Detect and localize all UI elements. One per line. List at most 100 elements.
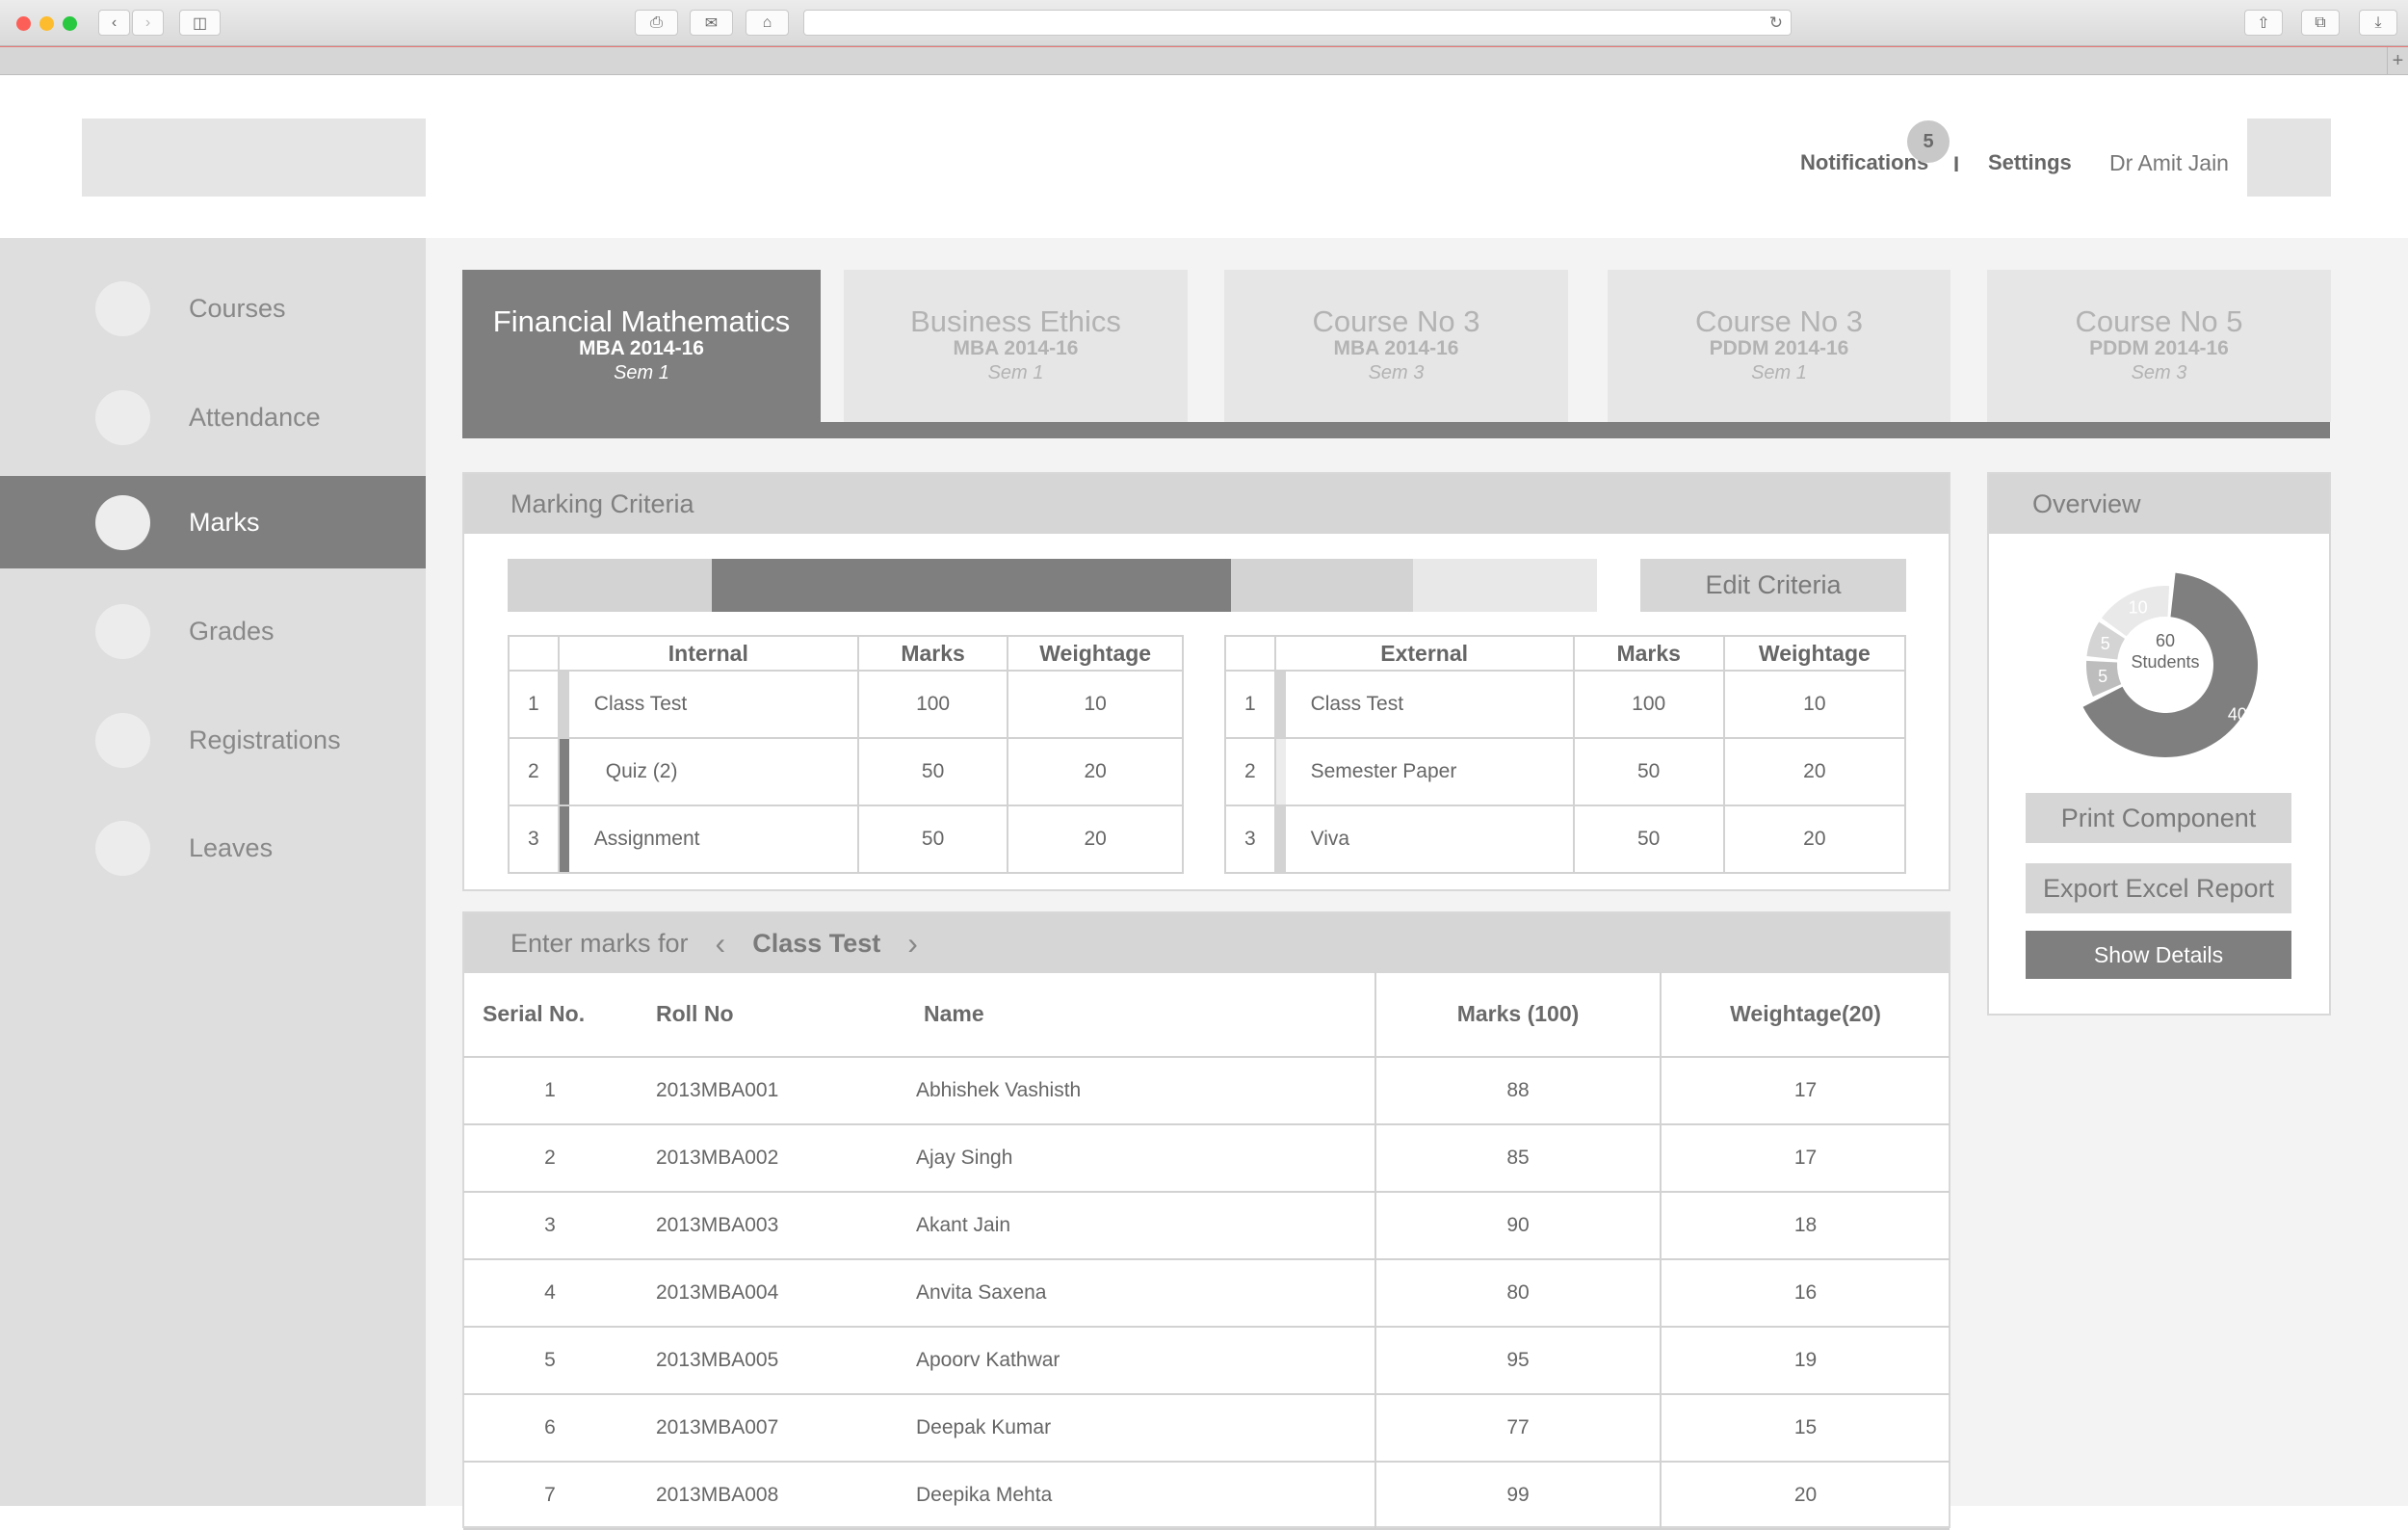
criteria-name: Class Test	[593, 693, 688, 715]
home-icon[interactable]: ⌂	[746, 10, 789, 36]
sidebar-item-grades[interactable]: Grades	[0, 585, 426, 677]
course-tab-5[interactable]: Course No 5 PDDM 2014-16 Sem 3	[1987, 270, 2331, 422]
table-row[interactable]: 3 Viva 50 20	[1224, 805, 1907, 874]
close-window-button[interactable]	[16, 16, 31, 31]
course-tab-4[interactable]: Course No 3 PDDM 2014-16 Sem 1	[1608, 270, 1950, 422]
sidebar-item-label: Grades	[189, 616, 275, 646]
previous-criteria-icon[interactable]: ‹	[716, 913, 726, 973]
next-criteria-icon[interactable]: ›	[907, 913, 918, 973]
criteria-name-cell: Viva	[1273, 805, 1575, 874]
course-tab-title: Financial Mathematics	[492, 304, 791, 338]
criteria-name-cell: Class Test	[557, 670, 859, 739]
course-tab-program: MBA 2014-16	[1333, 337, 1459, 359]
table-row[interactable]: 4 2013MBA004 Anvita Saxena 80 16	[463, 1259, 1950, 1328]
table-row[interactable]: 2 Semester Paper 50 20	[1224, 737, 1907, 806]
serial-cell: 5	[463, 1327, 637, 1395]
criteria-bar-segment	[1413, 559, 1597, 612]
marks-input-cell[interactable]: 85	[1374, 1124, 1661, 1193]
table-header: Internal	[557, 635, 859, 672]
serial-cell: 6	[463, 1394, 637, 1463]
table-row[interactable]: 1 2013MBA001 Abhishek Vashisth 88 17	[463, 1057, 1950, 1125]
course-tab-1[interactable]: Financial Mathematics MBA 2014-16 Sem 1	[462, 270, 821, 438]
table-row[interactable]: 3 2013MBA003 Akant Jain 90 18	[463, 1192, 1950, 1260]
criteria-color-marker	[1275, 739, 1286, 805]
edit-criteria-button[interactable]: Edit Criteria	[1640, 559, 1906, 612]
mail-icon[interactable]: ✉	[690, 10, 733, 36]
weightage-cell: 17	[1660, 1057, 1950, 1125]
table-row[interactable]: 2 2013MBA002 Ajay Singh 85 17	[463, 1124, 1950, 1193]
sidebar-item-marks[interactable]: Marks	[0, 476, 426, 568]
table-header: Name	[916, 972, 1375, 1058]
table-row[interactable]: 1 Class Test 100 10	[1224, 670, 1907, 739]
row-number: 2	[1224, 737, 1276, 806]
course-tab-program: PDDM 2014-16	[2089, 337, 2229, 359]
criteria-weightage: 20	[1722, 737, 1907, 806]
print-component-button[interactable]: Print Component	[2026, 793, 2291, 843]
row-number: 1	[508, 670, 560, 739]
criteria-name-cell: Class Test	[1273, 670, 1575, 739]
sidebar-item-leaves[interactable]: Leaves	[0, 802, 426, 894]
criteria-color-marker	[559, 739, 569, 805]
sidebar-toggle-icon[interactable]: ◫	[179, 10, 221, 36]
maximize-window-button[interactable]	[63, 16, 77, 31]
weightage-cell: 15	[1660, 1394, 1950, 1463]
marks-input-cell[interactable]: 77	[1374, 1394, 1661, 1463]
student-name-cell: Anvita Saxena	[916, 1259, 1375, 1328]
user-name[interactable]: Dr Amit Jain	[2109, 150, 2229, 176]
share-icon[interactable]: ⇧	[2244, 10, 2283, 36]
tabs-overview-icon[interactable]: ⧉	[2301, 10, 2340, 36]
address-bar[interactable]: ↻	[803, 10, 1792, 36]
criteria-bar-segment	[508, 559, 712, 612]
sidebar-item-courses[interactable]: Courses	[0, 262, 426, 355]
sidebar-item-registrations[interactable]: Registrations	[0, 694, 426, 786]
header-separator: I	[1953, 152, 1960, 176]
new-tab-icon[interactable]: +	[2387, 47, 2408, 74]
registrations-icon	[95, 712, 150, 768]
avatar[interactable]	[2247, 119, 2331, 197]
grades-icon	[95, 603, 150, 659]
course-tab-2[interactable]: Business Ethics MBA 2014-16 Sem 1	[844, 270, 1188, 422]
sidebar-item-label: Courses	[189, 293, 286, 323]
marks-input-cell[interactable]: 80	[1374, 1259, 1661, 1328]
criteria-name-cell: Assignment	[557, 805, 859, 874]
sidebar-item-label: Marks	[189, 507, 260, 537]
sidebar-item-label: Attendance	[189, 402, 321, 432]
criteria-name: Semester Paper	[1310, 760, 1457, 782]
notifications-link[interactable]: Notifications	[1800, 150, 1928, 175]
export-excel-button[interactable]: Export Excel Report	[2026, 863, 2291, 913]
course-tab-title: Course No 3	[1694, 304, 1864, 338]
back-icon[interactable]: ‹	[98, 10, 130, 36]
marks-table: Serial No. Roll No Name Marks (100) Weig…	[463, 972, 1950, 1530]
sidebar-item-attendance[interactable]: Attendance	[0, 371, 426, 463]
show-details-button[interactable]: Show Details	[2026, 931, 2291, 979]
roll-no-cell: 2013MBA005	[637, 1327, 916, 1395]
donut-center-label: 60 Students	[2069, 630, 2262, 673]
download-icon[interactable]: ⤓	[2359, 10, 2397, 36]
table-row[interactable]: 3 Assignment 50 20	[508, 805, 1184, 874]
marks-input-cell[interactable]: 99	[1374, 1462, 1661, 1530]
print-icon[interactable]: ⎙	[635, 10, 678, 36]
marks-input-cell[interactable]: 95	[1374, 1327, 1661, 1395]
marks-input-cell[interactable]: 90	[1374, 1192, 1661, 1260]
table-row[interactable]: 5 2013MBA005 Apoorv Kathwar 95 19	[463, 1327, 1950, 1395]
roll-no-cell: 2013MBA002	[637, 1124, 916, 1193]
course-tab-3[interactable]: Course No 3 MBA 2014-16 Sem 3	[1224, 270, 1568, 422]
table-row[interactable]: 1 Class Test 100 10	[508, 670, 1184, 739]
minimize-window-button[interactable]	[39, 16, 54, 31]
sidebar: Courses Attendance Marks Grades Registra…	[0, 238, 426, 1506]
forward-icon[interactable]: ›	[132, 10, 164, 36]
marks-input-cell[interactable]: 88	[1374, 1057, 1661, 1125]
settings-link[interactable]: Settings	[1988, 150, 2072, 175]
course-tabs-underline	[462, 422, 2330, 438]
table-header	[508, 635, 560, 672]
weightage-cell: 19	[1660, 1327, 1950, 1395]
roll-no-cell: 2013MBA008	[637, 1462, 916, 1530]
table-row[interactable]: 6 2013MBA007 Deepak Kumar 77 15	[463, 1394, 1950, 1463]
table-row[interactable]: 7 2013MBA008 Deepika Mehta 99 20	[463, 1462, 1950, 1530]
reload-icon[interactable]: ↻	[1769, 13, 1783, 33]
course-tab-title: Course No 5	[2075, 304, 2243, 338]
table-header: Marks	[1572, 635, 1725, 672]
table-row[interactable]: 2 Quiz (2) 50 20	[508, 737, 1184, 806]
course-tab-semester: Sem 1	[987, 362, 1044, 383]
donut-segment-label: 10	[2129, 597, 2148, 617]
